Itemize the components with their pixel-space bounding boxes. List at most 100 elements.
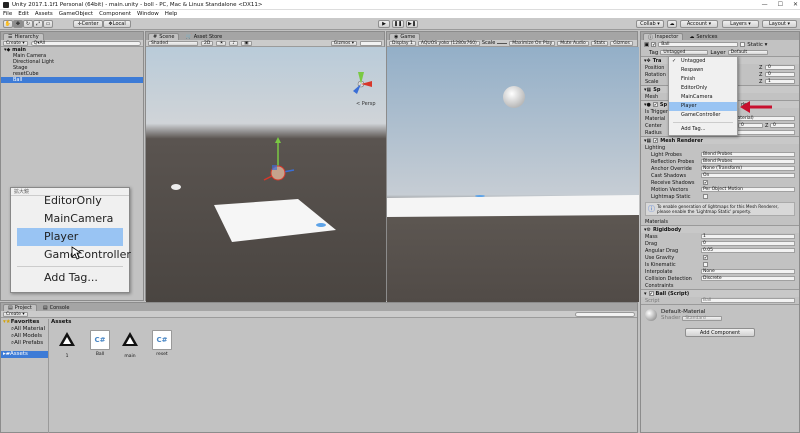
tag-option-finish[interactable]: Finish (669, 75, 737, 84)
menu-help[interactable]: Help (165, 11, 178, 17)
pivot-local-button[interactable]: ❖ Local (103, 20, 131, 28)
assets-folder[interactable]: ▸▰Assets (1, 351, 48, 358)
audio-toggle[interactable]: ♪ (229, 40, 239, 46)
hierarchy-create-button[interactable]: Create ▾ (3, 40, 28, 46)
zoom-item-add-tag[interactable]: Add Tag... (11, 269, 129, 287)
move-tool-button[interactable]: ✥ (13, 20, 23, 28)
tag-option-maincamera[interactable]: MainCamera (669, 93, 737, 102)
drag-field[interactable]: 0 (701, 241, 795, 246)
minimize-button[interactable]: — (762, 1, 768, 8)
tag-option-editoronly[interactable]: EditorOnly (669, 84, 737, 93)
effects-toggle[interactable]: ▣ (241, 40, 252, 46)
resolution-dropdown[interactable]: AQUOS yoko (1280x760) (417, 40, 480, 46)
collision-detection-dropdown[interactable]: Discrete (701, 276, 795, 281)
center-y-field[interactable]: 0 (738, 123, 763, 128)
menu-window[interactable]: Window (137, 11, 159, 17)
scene-viewport[interactable]: < Persp (146, 47, 386, 302)
asset-item[interactable]: C# Ball (88, 330, 112, 357)
game-viewport[interactable] (387, 47, 639, 302)
is-kinematic-checkbox[interactable] (703, 262, 708, 267)
project-create-button[interactable]: Create ▾ (3, 311, 28, 317)
object-name-field[interactable]: Ball (658, 42, 739, 47)
angular-drag-field[interactable]: 0.05 (701, 248, 795, 253)
tag-option-add-tag[interactable]: Add Tag... (669, 125, 737, 134)
receive-shadows-checkbox[interactable]: ✔ (703, 180, 708, 185)
close-button[interactable]: ✕ (793, 1, 798, 8)
collider-enabled-checkbox[interactable]: ✔ (652, 102, 658, 107)
play-button[interactable]: ▶ (378, 20, 390, 28)
zoom-item-player[interactable]: Player (17, 228, 123, 246)
game-gizmos-toggle[interactable]: Gizmos (610, 40, 633, 46)
active-checkbox[interactable]: ✔ (651, 42, 657, 47)
asset-item[interactable]: main (118, 330, 142, 359)
menu-assets[interactable]: Assets (35, 11, 53, 17)
asset-item[interactable]: 1 (55, 330, 79, 359)
center-z-field[interactable]: 0 (770, 123, 795, 128)
shading-dropdown[interactable]: Shaded (148, 40, 198, 46)
menu-gameobject[interactable]: GameObject (59, 11, 93, 17)
tag-dropdown[interactable]: Untagged (660, 50, 709, 55)
menu-component[interactable]: Component (99, 11, 131, 17)
rect-tool-button[interactable]: ▭ (43, 20, 53, 28)
script-enabled-checkbox[interactable]: ✔ (648, 291, 654, 296)
stats-toggle[interactable]: Stats (590, 40, 609, 46)
tab-inspector[interactable]: ⓘ Inspector (643, 33, 684, 41)
rotation-z-field[interactable]: 0 (765, 72, 795, 77)
lightmap-static-checkbox[interactable] (703, 194, 708, 199)
zoom-item-editoronly[interactable]: EditorOnly (11, 195, 129, 210)
lighting-toggle[interactable]: ☀ (216, 40, 227, 46)
tab-game[interactable]: ◉ Game (389, 33, 421, 40)
tab-scene[interactable]: # Scene (148, 33, 180, 40)
constraints-foldout[interactable]: Constraints (641, 282, 799, 289)
favorites-folder[interactable]: ▾★Favorites (1, 319, 48, 326)
reflection-probes-dropdown[interactable]: Blend Probes (701, 159, 795, 164)
asset-item[interactable]: C# reset (150, 330, 174, 357)
tab-project[interactable]: ▤ Project (3, 304, 37, 311)
add-component-button[interactable]: Add Component (685, 328, 755, 337)
mute-audio-toggle[interactable]: Mute Audio (557, 40, 589, 46)
zoom-item-maincamera[interactable]: MainCamera (11, 210, 129, 228)
favorite-all-materials[interactable]: ⌕All Material (1, 326, 48, 333)
hierarchy-search-input[interactable]: Q▾All (30, 40, 141, 46)
tab-console[interactable]: ▤ Console (38, 304, 74, 311)
material-preview[interactable]: Default-Material Shader Standard (641, 304, 799, 324)
scene-search-input[interactable] (360, 40, 382, 46)
collab-button[interactable]: Collab ▾ (636, 20, 664, 28)
tab-hierarchy[interactable]: ☰ Hierarchy (3, 33, 44, 40)
static-dropdown[interactable]: Static ▾ (747, 42, 767, 48)
maximize-on-play-toggle[interactable]: Maximize On Play (509, 40, 556, 46)
anchor-override-field[interactable]: None (Transform) (701, 166, 795, 171)
favorite-all-prefabs[interactable]: ⌕All Prefabs (1, 340, 48, 347)
scene-gizmos-dropdown[interactable]: Gizmos ▾ (330, 40, 357, 46)
maximize-button[interactable]: ☐ (778, 1, 783, 8)
2d-toggle[interactable]: 2D (201, 40, 214, 46)
persp-label[interactable]: < Persp (356, 101, 376, 107)
menu-edit[interactable]: Edit (18, 11, 29, 17)
tab-services[interactable]: ☁ Services (685, 33, 722, 40)
favorite-all-models[interactable]: ⌕All Models (1, 333, 48, 340)
pivot-center-button[interactable]: ✛ Center (73, 20, 103, 28)
layer-dropdown[interactable]: Default (727, 50, 768, 55)
light-probes-dropdown[interactable]: Blend Probes (701, 152, 795, 157)
renderer-enabled-checkbox[interactable]: ✔ (653, 138, 659, 143)
materials-foldout[interactable]: Materials (641, 218, 799, 225)
cloud-button[interactable]: ☁ (667, 20, 677, 28)
position-z-field[interactable]: 0 (765, 65, 795, 70)
pause-button[interactable]: ❚❚ (392, 20, 404, 28)
zoom-item-gamecontroller[interactable]: GameController (11, 246, 131, 264)
scale-z-field[interactable]: 1 (765, 79, 795, 84)
mass-field[interactable]: 1 (701, 234, 795, 239)
hand-tool-button[interactable]: ✋ (3, 20, 13, 28)
step-button[interactable]: ▶❚ (406, 20, 418, 28)
tag-option-player[interactable]: Player (669, 102, 737, 111)
scale-slider[interactable] (497, 42, 508, 44)
menu-file[interactable]: File (3, 11, 12, 17)
tag-option-respawn[interactable]: Respawn (669, 66, 737, 75)
interpolate-dropdown[interactable]: None (701, 269, 795, 274)
static-checkbox[interactable] (740, 42, 746, 47)
project-search-input[interactable] (575, 311, 635, 317)
rotate-tool-button[interactable]: ↻ (23, 20, 33, 28)
tag-option-gamecontroller[interactable]: GameController (669, 111, 737, 120)
use-gravity-checkbox[interactable]: ✔ (703, 255, 708, 260)
rigidbody-header[interactable]: ▾⚙ Rigidbody (641, 225, 799, 233)
